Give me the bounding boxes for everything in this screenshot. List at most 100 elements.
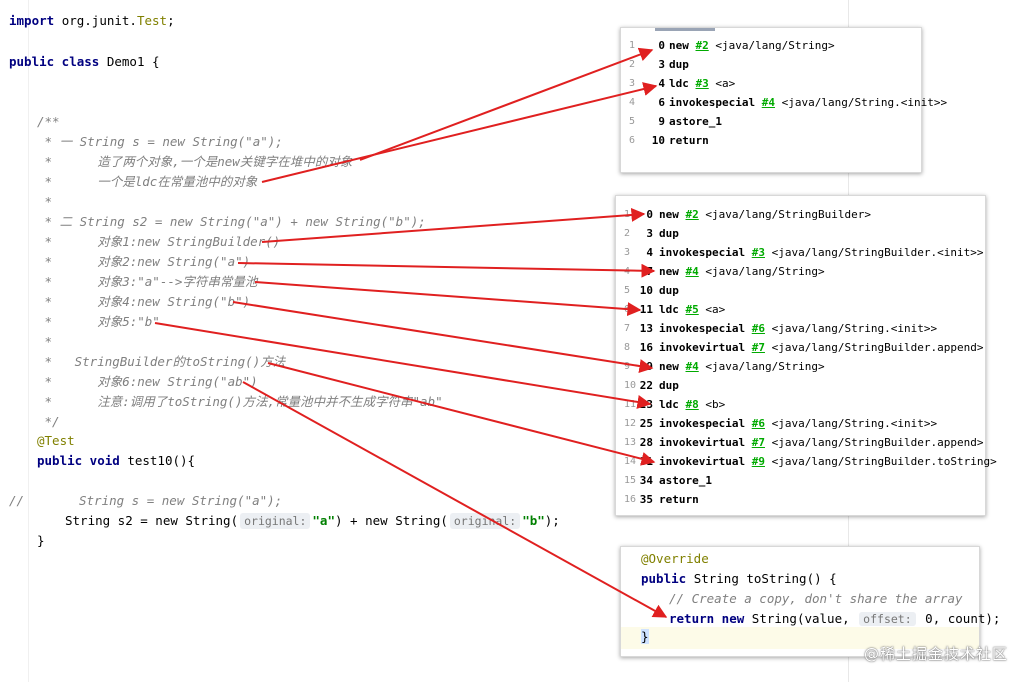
constant-pool-ref[interactable]: #4	[686, 265, 699, 278]
bytecode-offset: 4	[646, 246, 653, 259]
comment-line: * StringBuilder的toString()方法	[37, 354, 286, 369]
bytecode-row: 1 0 new #2 <java/lang/String>	[621, 37, 921, 56]
constant-pool-ref[interactable]: #4	[686, 360, 699, 373]
constant-pool-ref[interactable]: #7	[752, 341, 765, 354]
bytecode-offset: 11	[639, 303, 653, 316]
bytecode-instruction: invokevirtual #7 <java/lang/StringBuilde…	[659, 436, 984, 449]
bytecode-row: 5 9 astore_1	[621, 113, 921, 132]
bytecode-instruction: invokespecial #6 <java/lang/String.<init…	[659, 417, 938, 430]
constant-pool-ref[interactable]: #6	[752, 417, 765, 430]
bytecode-row: 6 11 ldc #5 <a>	[616, 301, 985, 320]
bytecode-offset: 9	[658, 115, 665, 128]
override-annotation: @Override	[641, 551, 709, 566]
return-statement: return new String(value, offset: 0, coun…	[669, 611, 1001, 626]
statement-line: String s2 = new String(original: "a") + n…	[65, 513, 560, 529]
bytecode-row: 3 4 invokespecial #3 <java/lang/StringBuil…	[616, 244, 985, 263]
constant-pool-ref[interactable]: #5	[686, 303, 699, 316]
bytecode-offset: 23	[639, 398, 653, 411]
instruction-argument: <java/lang/String.<init>>	[781, 96, 948, 109]
bytecode-row: 14 31 invokevirtual #9 <java/lang/StringBu…	[616, 453, 997, 472]
bytecode-row: 16 35 return	[616, 491, 985, 510]
instruction-argument: <java/lang/StringBuilder.append>	[771, 341, 984, 354]
constant-pool-ref[interactable]: #2	[686, 208, 699, 221]
bytecode-instruction: dup	[669, 58, 689, 71]
test-annotation: @Test	[37, 433, 75, 448]
bytecode-offset: 4	[658, 77, 665, 90]
instruction-argument: <java/lang/StringBuilder.toString>	[771, 455, 997, 468]
comment-line: /**	[37, 114, 60, 129]
line-number: 3	[629, 78, 636, 89]
param-hint-offset: offset:	[859, 612, 916, 626]
instruction-argument: <java/lang/String>	[715, 39, 835, 52]
param-hint-original: original:	[449, 513, 521, 529]
bytecode-row: 8 16 invokevirtual #7 <java/lang/StringBui…	[616, 339, 985, 358]
instruction-argument: <b>	[705, 398, 726, 411]
instruction-argument: <java/lang/String>	[705, 360, 825, 373]
close-brace: }	[37, 533, 45, 548]
comment-line: * 二 String s2 = new String("a") + new St…	[37, 214, 426, 229]
tostring-signature: public String toString() {	[641, 571, 837, 586]
comment-line: * 对象2:new String("a")	[37, 254, 251, 269]
bytecode-instruction: astore_1	[669, 115, 722, 128]
bytecode-offset: 13	[639, 322, 653, 335]
bytecode-panel-2: 1 0 new #2 <java/lang/StringBuilder> 2 3 dup 3…	[615, 195, 997, 516]
bytecode-instruction: invokevirtual #7 <java/lang/StringBuilde…	[659, 341, 984, 354]
comment-line: */	[37, 414, 60, 429]
bytecode-panel-1: 1 0 new #2 <java/lang/String> 2 3 dup 3 4 ldc #3…	[620, 27, 947, 173]
constant-pool-ref[interactable]: #6	[752, 322, 765, 335]
bytecode-offset: 19	[639, 360, 653, 373]
watermark: @稀土掘金技术社区	[863, 645, 1008, 663]
comment-line: * 注意:调用了toString()方法,常量池中并不生成字符串"ab"	[37, 394, 443, 409]
instruction-argument: <java/lang/StringBuilder.append>	[771, 436, 984, 449]
constant-pool-ref[interactable]: #8	[686, 398, 699, 411]
comment-line: * 一 String s = new String("a");	[37, 134, 283, 149]
bytecode-offset: 31	[639, 455, 653, 468]
bytecode-instruction: return	[669, 134, 709, 147]
comment-line: * 对象1:new StringBuilder()	[37, 234, 281, 249]
bytecode-instruction: astore_1	[659, 474, 712, 487]
bytecode-row: 4 7 new #4 <java/lang/String>	[616, 263, 985, 282]
bytecode-offset: 25	[639, 417, 653, 430]
instruction-argument: <java/lang/StringBuilder>	[705, 208, 871, 221]
bytecode-instruction: new #4 <java/lang/String>	[659, 360, 825, 373]
bytecode-row: 1 0 new #2 <java/lang/StringBuilder>	[616, 206, 985, 225]
bytecode-row: 9 19 new #4 <java/lang/String>	[616, 358, 985, 377]
closing-brace: }	[641, 629, 649, 644]
copy-comment: // Create a copy, don't share the array	[669, 591, 963, 606]
bytecode-instruction: invokevirtual #9 <java/lang/StringBuilde…	[659, 455, 997, 468]
bytecode-offset: 7	[646, 265, 653, 278]
bytecode-offset: 35	[639, 493, 653, 506]
bytecode-row: 15 34 astore_1	[616, 472, 985, 491]
instruction-argument: <java/lang/StringBuilder.<init>>	[771, 246, 984, 259]
instruction-argument: <java/lang/String.<init>>	[771, 417, 938, 430]
constant-pool-ref[interactable]: #3	[752, 246, 765, 259]
bytecode-instruction: dup	[659, 284, 679, 297]
param-hint-original: original:	[240, 513, 311, 529]
bytecode-offset: 3	[646, 227, 653, 240]
bytecode-offset: 22	[639, 379, 653, 392]
constant-pool-ref[interactable]: #7	[752, 436, 765, 449]
bytecode-row: 13 28 invokevirtual #7 <java/lang/StringBu…	[616, 434, 985, 453]
commented-slashes: //	[9, 493, 25, 508]
line-number: 5	[629, 116, 636, 127]
comment-line: * 对象4:new String("b")	[37, 294, 251, 309]
bytecode-offset: 0	[658, 39, 665, 52]
comment-line: * 对象3:"a"-->字符串常量池	[37, 274, 258, 289]
constant-pool-ref[interactable]: #4	[762, 96, 775, 109]
constant-pool-ref[interactable]: #2	[696, 39, 709, 52]
bytecode-instruction: invokespecial #3 <java/lang/StringBuilde…	[659, 246, 984, 259]
instruction-argument: <a>	[715, 77, 736, 90]
bytecode-instruction: new #2 <java/lang/StringBuilder>	[659, 208, 871, 221]
comment-line: * 对象5:"b"	[37, 314, 160, 329]
constant-pool-ref[interactable]: #3	[696, 77, 709, 90]
bytecode-offset: 0	[646, 208, 653, 221]
line-number: 1	[629, 40, 636, 51]
bytecode-offset: 3	[658, 58, 665, 71]
constant-pool-ref[interactable]: #9	[752, 455, 765, 468]
bytecode-row: 4 6 invokespecial #4 <java/lang/String.<in…	[621, 94, 947, 113]
comment-line: * 造了两个对象,一个是new关键字在堆中的对象	[37, 154, 353, 169]
bytecode-row: 5 10 dup	[616, 282, 985, 301]
import-line: import org.junit.Test;	[9, 13, 175, 28]
bytecode-instruction: ldc #8 <b>	[659, 398, 726, 411]
comment-line: *	[37, 194, 53, 209]
